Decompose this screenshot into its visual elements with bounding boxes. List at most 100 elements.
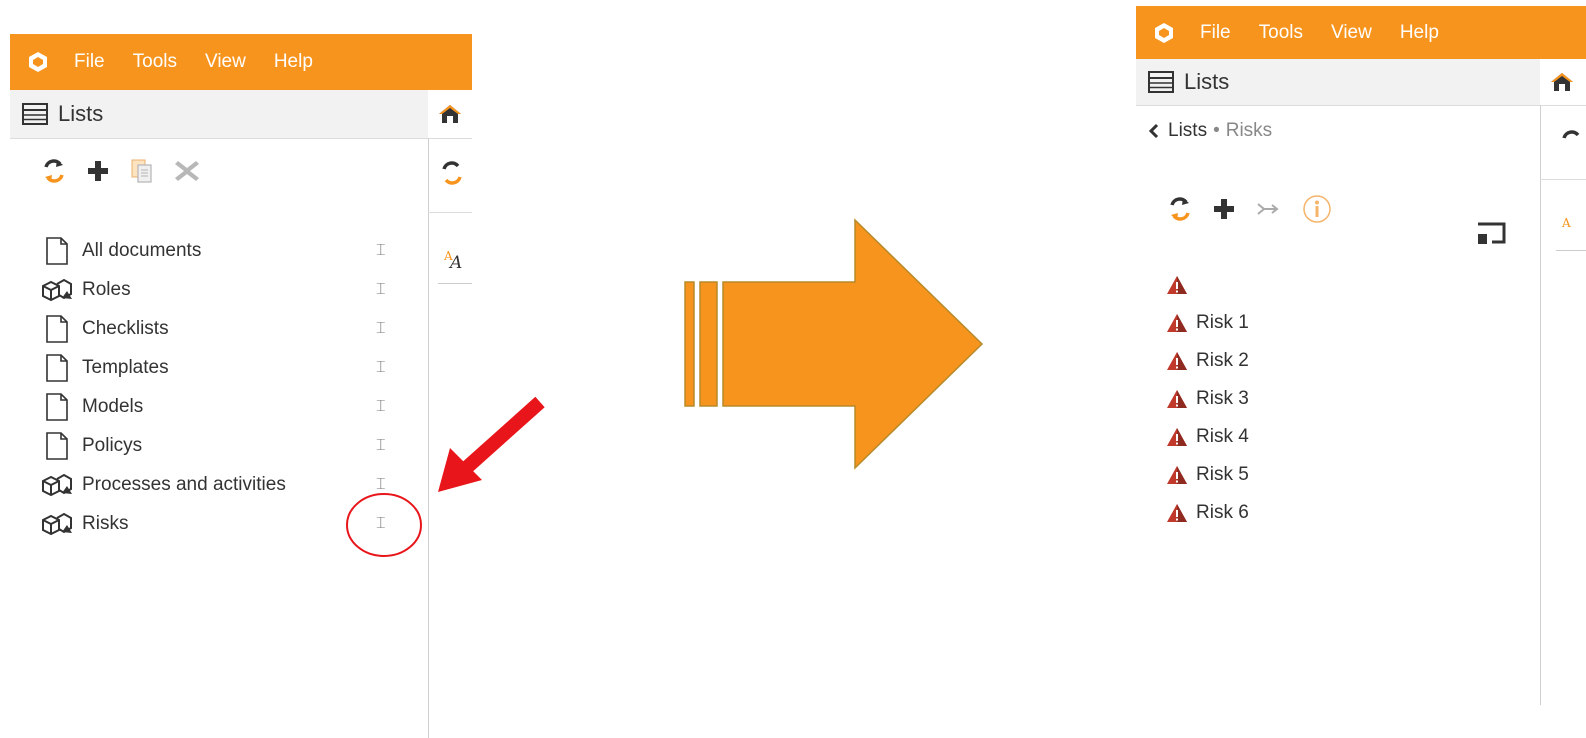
list-item-label: Risk 6 [1196,502,1249,523]
annotation-circle [346,493,422,557]
breadcrumb-lists-link[interactable]: Lists [1168,120,1207,142]
list-item-label: Risk 5 [1196,464,1249,485]
list-item[interactable]: All documents ⌶ [40,233,410,269]
refresh-icon [1170,197,1190,221]
add-button[interactable] [1212,197,1236,221]
list-item-label: Roles [82,279,131,300]
document-icon [40,237,74,265]
lists-toolbar [42,158,220,184]
expand-handle-icon[interactable]: ⌶ [376,281,386,299]
font-size-icon[interactable]: A [1560,215,1584,237]
list-item[interactable]: Roles ⌶ [40,272,410,308]
list-item[interactable]: Risk 2 [1166,343,1526,379]
list-item-label: Templates [82,357,169,378]
toolbar-separator [428,212,472,213]
refresh-icon [44,159,64,183]
format-underline [438,283,472,284]
warning-icon [1166,275,1188,295]
expand-handle-icon[interactable]: ⌶ [376,398,386,416]
document-icon [40,315,74,343]
list-item[interactable]: Risk 1 [1166,305,1526,341]
svg-text:A: A [448,253,462,270]
menu-tools[interactable]: Tools [133,51,177,73]
cast-icon[interactable] [1476,222,1506,248]
toolbar-separator [1540,179,1586,180]
refresh-icon[interactable] [1560,129,1584,155]
list-item-label: Models [82,396,144,417]
expand-handle-icon[interactable]: ⌶ [376,437,386,455]
chevron-left-icon[interactable] [1148,123,1160,139]
info-button[interactable] [1302,194,1332,224]
list-item-label: Risk 2 [1196,350,1249,371]
list-icon [22,103,48,125]
home-icon[interactable] [1550,71,1574,93]
move-button[interactable] [1256,200,1282,218]
warning-icon [1166,389,1188,409]
info-icon [1303,195,1331,223]
delete-button[interactable] [174,159,200,183]
list-item[interactable]: Checklists ⌶ [40,311,410,347]
cubes-icon [40,473,74,497]
warning-icon [1166,313,1188,333]
risks-toolbar [1168,194,1352,224]
menu-tools[interactable]: Tools [1259,22,1303,44]
breadcrumb-separator: • [1213,120,1220,141]
plus-icon [88,161,108,181]
list-icon [1148,71,1174,93]
copy-icon [131,159,152,183]
list-item[interactable]: Templates ⌶ [40,350,410,386]
list-item-label: Risks [82,513,129,534]
lists-panel-header: Lists [10,90,428,139]
content-side: A [1540,105,1586,705]
home-icon[interactable] [438,103,462,125]
menu-file[interactable]: File [74,51,105,73]
menu-file[interactable]: File [1200,22,1231,44]
list-item[interactable]: Policys ⌶ [40,428,410,464]
cubes-icon [40,278,74,302]
document-icon [40,432,74,460]
list-item-label: Policys [82,435,143,456]
list-item[interactable]: Risk 3 [1166,381,1526,417]
page-title: Lists [1184,69,1230,94]
content-tab-header [428,90,472,139]
breadcrumb: Lists • Risks [1148,120,1272,142]
menu-help[interactable]: Help [1400,22,1439,44]
list-item-label: Processes and activities [82,474,286,495]
warning-icon [1166,351,1188,371]
delete-icon [175,161,199,181]
warning-icon [1166,503,1188,523]
move-arrows-icon [1257,203,1279,215]
expand-handle-icon[interactable]: ⌶ [376,320,386,338]
menu-help[interactable]: Help [274,51,313,73]
expand-handle-icon[interactable]: ⌶ [376,242,386,260]
list-item[interactable]: Risk 6 [1166,495,1526,531]
menu-view[interactable]: View [205,51,246,73]
left-app: File Tools View Help Lists A A All docum… [10,34,472,738]
list-item[interactable]: Risk 4 [1166,419,1526,455]
content-tab-header [1540,59,1586,106]
page-title: Lists [58,101,104,126]
document-icon [40,354,74,382]
menu-view[interactable]: View [1331,22,1372,44]
refresh-button[interactable] [1168,196,1192,222]
list-item[interactable]: Models ⌶ [40,389,410,425]
warning-icon [1166,427,1188,447]
cubes-icon [40,512,74,536]
list-item[interactable]: Risk 5 [1166,457,1526,493]
list-item-label: Risk 4 [1196,426,1249,447]
right-app: File Tools View Help Lists Lists • Risks [1136,6,1586,738]
svg-text:A: A [1561,216,1571,230]
left-menubar: File Tools View Help [10,34,472,90]
right-menubar: File Tools View Help [1136,6,1586,59]
copy-button[interactable] [130,158,154,184]
expand-handle-icon[interactable]: ⌶ [376,359,386,377]
list-item-label: Risk 3 [1196,388,1249,409]
format-underline [1556,250,1586,251]
font-size-icon[interactable]: A A [442,248,468,270]
list-item[interactable] [1166,267,1526,303]
transition-arrow-icon [684,218,984,470]
refresh-icon[interactable] [440,160,464,186]
refresh-button[interactable] [42,158,66,184]
add-button[interactable] [86,159,110,183]
app-logo-icon [1155,22,1173,43]
